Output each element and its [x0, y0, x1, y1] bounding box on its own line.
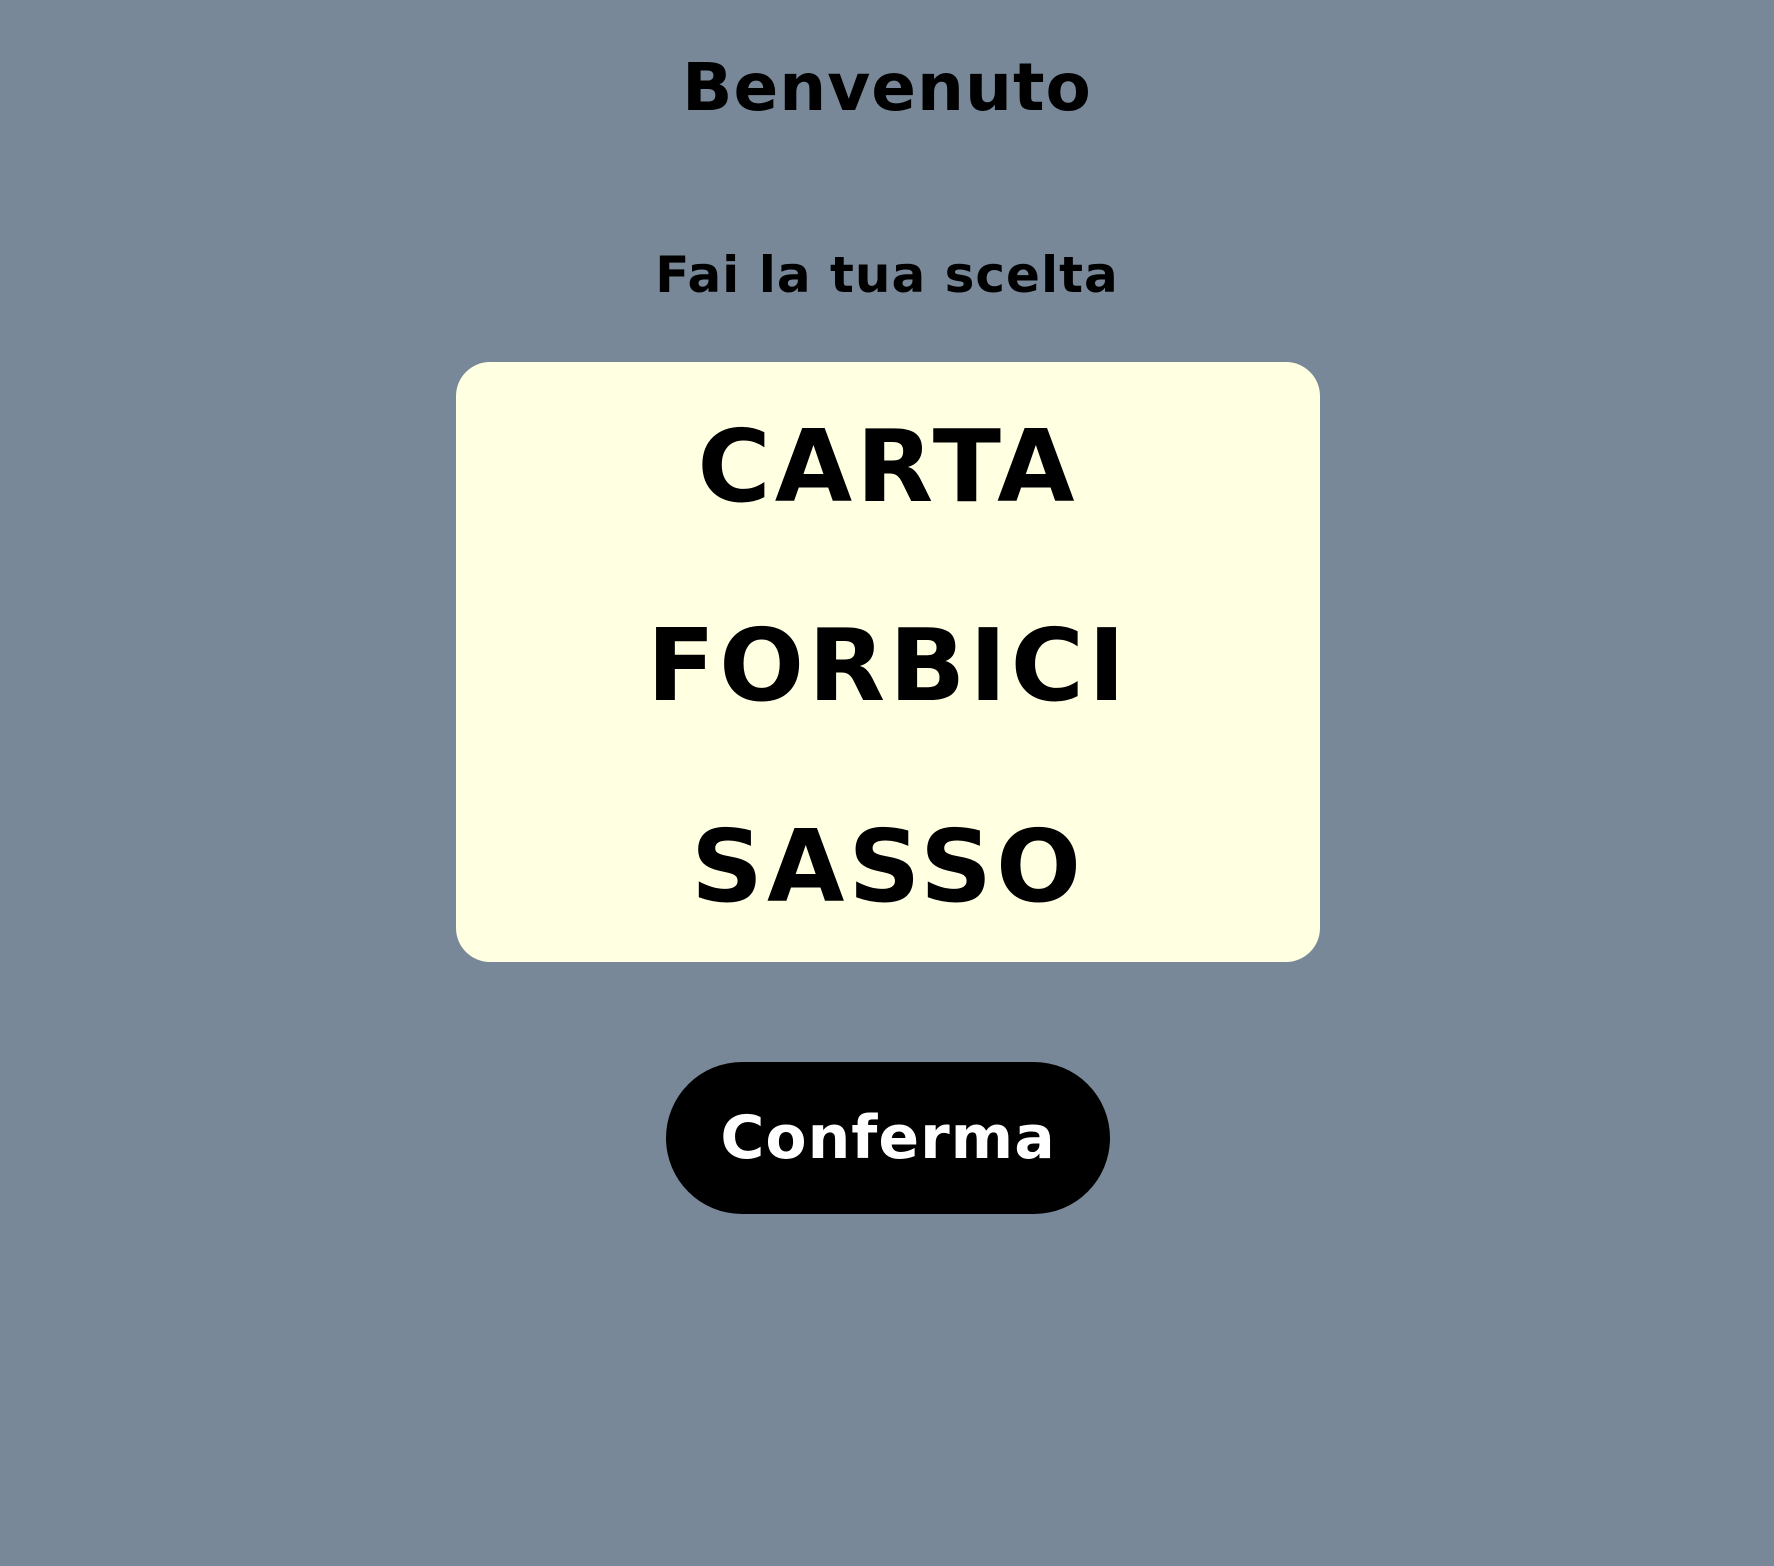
choice-carta[interactable]: CARTA — [456, 412, 1320, 522]
page: { "header": { "title": "Benvenuto", "sub… — [0, 0, 1774, 1566]
choice-prompt: Fai la tua scelta — [655, 246, 1119, 304]
welcome-title: Benvenuto — [682, 49, 1092, 126]
confirm-button[interactable]: Conferma — [666, 1062, 1110, 1214]
choice-forbici[interactable]: FORBICI — [456, 611, 1320, 721]
choices-panel: CARTA FORBICI SASSO — [456, 362, 1320, 962]
choice-sasso[interactable]: SASSO — [456, 812, 1320, 922]
